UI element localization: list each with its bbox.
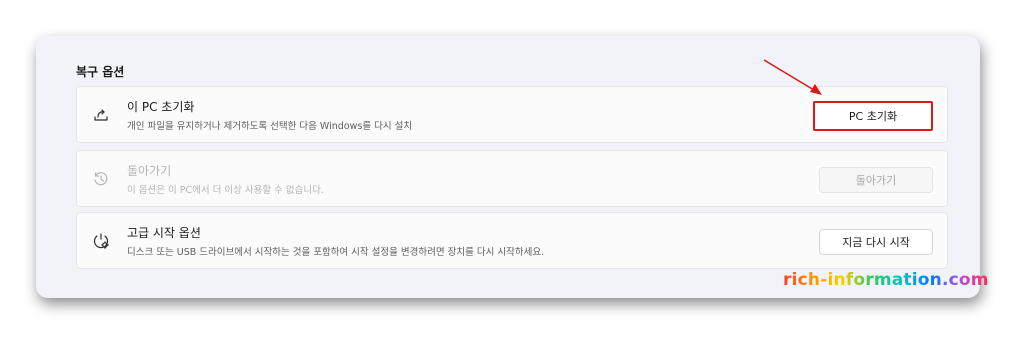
- option-advanced-startup: 고급 시작 옵션 디스크 또는 USB 드라이브에서 시작하는 것을 포함하여 …: [76, 212, 948, 269]
- option-title: 고급 시작 옵션: [127, 226, 201, 240]
- option-description: 이 옵션은 이 PC에서 더 이상 사용할 수 없습니다.: [127, 185, 324, 196]
- annotation-arrow-icon: [763, 59, 822, 95]
- option-title: 돌아가기: [127, 164, 172, 178]
- option-description: 디스크 또는 USB 드라이브에서 시작하는 것을 포함하여 시작 설정을 변경…: [127, 247, 545, 258]
- recovery-panel: 복구 옵션 이 PC 초기화 개인 파일을 유지하거나 제거하도록 선택한 다음…: [36, 36, 980, 298]
- option-description: 개인 파일을 유지하거나 제거하도록 선택한 다음 Windows를 다시 설치: [127, 121, 413, 132]
- reset-pc-icon: [91, 105, 111, 125]
- history-icon: [91, 169, 111, 189]
- option-title: 이 PC 초기화: [127, 100, 195, 114]
- watermark: rich-information.com: [783, 270, 989, 290]
- option-go-back: 돌아가기 이 옵션은 이 PC에서 더 이상 사용할 수 없습니다. 돌아가기: [76, 150, 948, 207]
- go-back-button[interactable]: 돌아가기: [819, 167, 933, 193]
- advanced-startup-icon: [91, 231, 111, 251]
- restart-now-button[interactable]: 지금 다시 시작: [819, 229, 933, 255]
- reset-pc-button[interactable]: PC 초기화: [813, 101, 933, 131]
- section-title: 복구 옵션: [76, 65, 125, 79]
